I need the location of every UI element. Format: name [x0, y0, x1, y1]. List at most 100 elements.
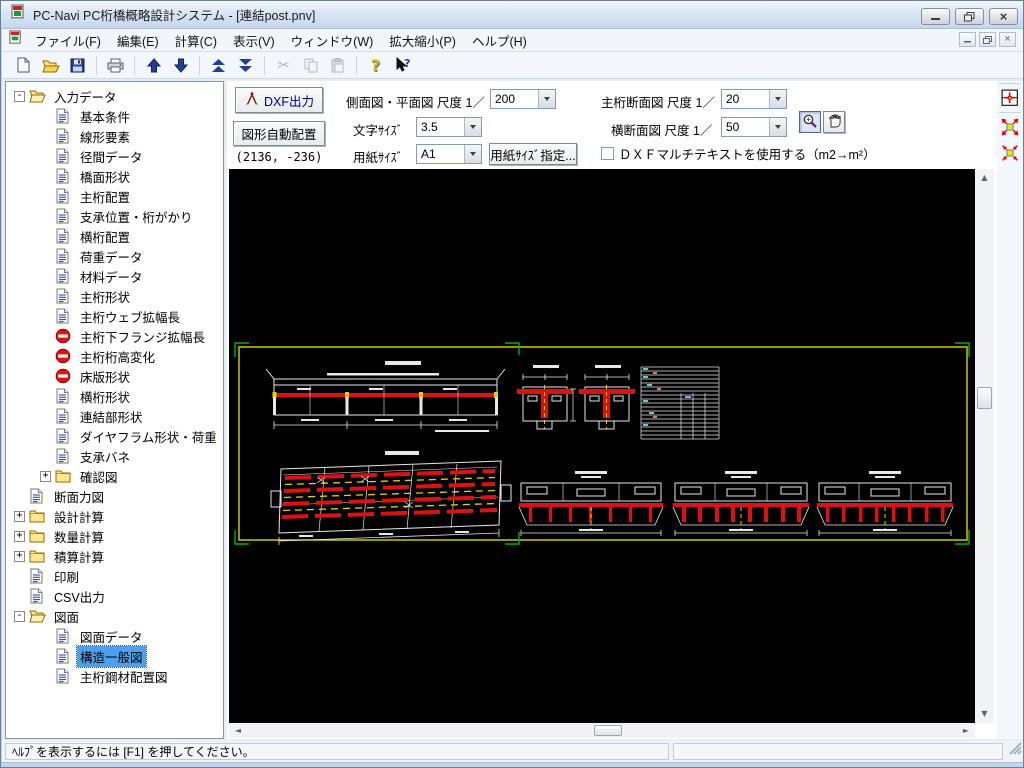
side-plan-scale-select[interactable]: 200 — [490, 89, 556, 109]
char-size-select[interactable]: 3.5 — [416, 117, 482, 137]
tree-item-label: 連結部形状 — [80, 410, 143, 425]
scroll-up-icon[interactable]: ▲ — [975, 171, 994, 185]
zoom-shrink-button[interactable] — [998, 141, 1022, 165]
menu-file[interactable]: ファイル(F) — [27, 28, 109, 53]
tree-expander-icon[interactable]: + — [14, 550, 25, 562]
tree-item[interactable]: 主桁桁高変化 — [6, 346, 223, 366]
chevron-down-icon[interactable] — [769, 90, 786, 108]
context-help-icon[interactable]: ? — [390, 54, 415, 77]
horizontal-scroll-thumb[interactable] — [594, 725, 622, 736]
char-size-label: 文字ｻｲｽﾞ — [353, 124, 404, 138]
print-icon[interactable] — [103, 54, 128, 77]
restore-button[interactable] — [955, 8, 984, 25]
tree-item[interactable]: 主桁ウェブ拡幅長 — [6, 306, 223, 326]
mdi-restore-button[interactable] — [979, 32, 996, 47]
pan-tool-button[interactable] — [823, 111, 845, 133]
tree-item[interactable]: 主桁鋼材配置図 — [6, 666, 223, 686]
tree-item[interactable]: 主桁下フランジ拡幅長 — [6, 326, 223, 346]
tree-item[interactable]: + 積算計算 — [6, 546, 223, 566]
menu-view[interactable]: 表示(V) — [225, 28, 283, 53]
tree-item[interactable]: + 確認図 — [6, 466, 223, 486]
chevron-down-icon[interactable] — [538, 90, 555, 108]
zoom-tool-button[interactable] — [799, 111, 821, 133]
doc-icon — [55, 668, 72, 684]
menu-edit[interactable]: 編集(E) — [109, 28, 167, 53]
arrow-up-icon[interactable] — [141, 54, 166, 77]
tree-expander-icon[interactable]: + — [14, 530, 25, 542]
tree-item[interactable]: 主桁配置 — [6, 186, 223, 206]
new-file-icon[interactable] — [11, 54, 36, 77]
paper-size-spec-button[interactable]: 用紙ｻｲｽﾞ指定... — [489, 143, 577, 165]
double-arrow-up-icon[interactable] — [206, 54, 231, 77]
fit-to-page-button[interactable] — [998, 86, 1022, 110]
tree-item[interactable]: 連結部形状 — [6, 406, 223, 426]
tree-item[interactable]: 断面力図 — [6, 486, 223, 506]
chevron-down-icon[interactable] — [464, 118, 481, 136]
tree-item[interactable]: 橋面形状 — [6, 166, 223, 186]
checkbox-icon[interactable] — [601, 147, 614, 160]
tree-item[interactable]: 線形要素 — [6, 126, 223, 146]
save-icon[interactable] — [65, 54, 90, 77]
scroll-left-icon[interactable]: ◄ — [231, 723, 245, 738]
tree-item[interactable]: - 図面 — [6, 606, 223, 626]
tree-expander-icon[interactable]: + — [14, 510, 25, 522]
chevron-down-icon[interactable] — [464, 145, 481, 163]
tree-expander-icon[interactable]: + — [40, 470, 51, 482]
girder-section-scale-select[interactable]: 20 — [721, 89, 787, 109]
auto-layout-button[interactable]: 図形自動配置 — [233, 121, 325, 146]
double-arrow-down-icon[interactable] — [233, 54, 258, 77]
tree-item[interactable]: CSV出力 — [6, 586, 223, 606]
tree-item[interactable]: 支承位置・桁がかり — [6, 206, 223, 226]
paper-size-select[interactable]: A1 — [416, 144, 482, 164]
tree-item[interactable]: 主桁形状 — [6, 286, 223, 306]
copy-icon[interactable] — [298, 54, 323, 77]
vertical-scrollbar[interactable]: ▲ ▼ — [975, 169, 994, 723]
cut-icon[interactable]: ✂ — [271, 54, 296, 77]
minimize-button[interactable] — [921, 8, 950, 25]
doc-icon — [55, 208, 72, 224]
menu-zoom[interactable]: 拡大縮小(P) — [381, 28, 464, 53]
dxf-multitext-label: ＤＸＦマルチテキストを使用する（m2→m²） — [619, 148, 876, 162]
scroll-down-icon[interactable]: ▼ — [975, 707, 994, 721]
cross-section-scale-select[interactable]: 50 — [721, 117, 787, 137]
zoom-extents-button[interactable] — [998, 115, 1022, 139]
mdi-minimize-button[interactable] — [959, 32, 976, 47]
close-button[interactable]: × — [989, 8, 1018, 25]
tree-item[interactable]: 支承バネ — [6, 446, 223, 466]
tree-item[interactable]: 横桁配置 — [6, 226, 223, 246]
tree-item[interactable]: 径間データ — [6, 146, 223, 166]
tree-item-label: ダイヤフラム形状・荷重 — [80, 430, 217, 445]
tree-item[interactable]: 印刷 — [6, 566, 223, 586]
chevron-down-icon[interactable] — [769, 118, 786, 136]
tree-item[interactable]: + 数量計算 — [6, 526, 223, 546]
menu-window[interactable]: ウィンドウ(W) — [283, 28, 382, 53]
mdi-close-button[interactable]: × — [999, 32, 1016, 47]
help-icon[interactable]: ? — [363, 54, 388, 77]
resize-grip[interactable] — [1009, 742, 1022, 760]
tree-item[interactable]: 図面データ — [6, 626, 223, 646]
folder-closed-icon — [29, 548, 46, 564]
tree-expander-icon[interactable]: - — [14, 610, 25, 622]
drawing-canvas[interactable] — [229, 169, 975, 723]
tree-item[interactable]: 基本条件 — [6, 106, 223, 126]
tree-item[interactable]: 横桁形状 — [6, 386, 223, 406]
scroll-right-icon[interactable]: ► — [959, 723, 973, 738]
horizontal-scrollbar[interactable]: ◄ ► — [229, 723, 975, 738]
menu-help[interactable]: ヘルプ(H) — [464, 28, 535, 53]
tree-item[interactable]: 荷重データ — [6, 246, 223, 266]
tree-item[interactable]: ダイヤフラム形状・荷重 — [6, 426, 223, 446]
tree-item[interactable]: + 設計計算 — [6, 506, 223, 526]
dxf-multitext-checkbox[interactable]: ＤＸＦマルチテキストを使用する（m2→m²） — [601, 144, 876, 163]
tree-item[interactable]: 床版形状 — [6, 366, 223, 386]
tree-expander-icon[interactable]: - — [14, 90, 25, 102]
dxf-export-button[interactable]: DXF出力 — [235, 87, 323, 113]
open-file-icon[interactable] — [38, 54, 63, 77]
doc-icon — [55, 108, 72, 124]
tree-item[interactable]: - 入力データ — [6, 86, 223, 106]
vertical-scroll-thumb[interactable] — [977, 387, 992, 409]
menu-calc[interactable]: 計算(C) — [167, 28, 225, 53]
tree-item[interactable]: 材料データ — [6, 266, 223, 286]
paste-icon[interactable] — [325, 54, 350, 77]
tree-item[interactable]: 構造一般図 — [6, 644, 223, 668]
arrow-down-icon[interactable] — [168, 54, 193, 77]
